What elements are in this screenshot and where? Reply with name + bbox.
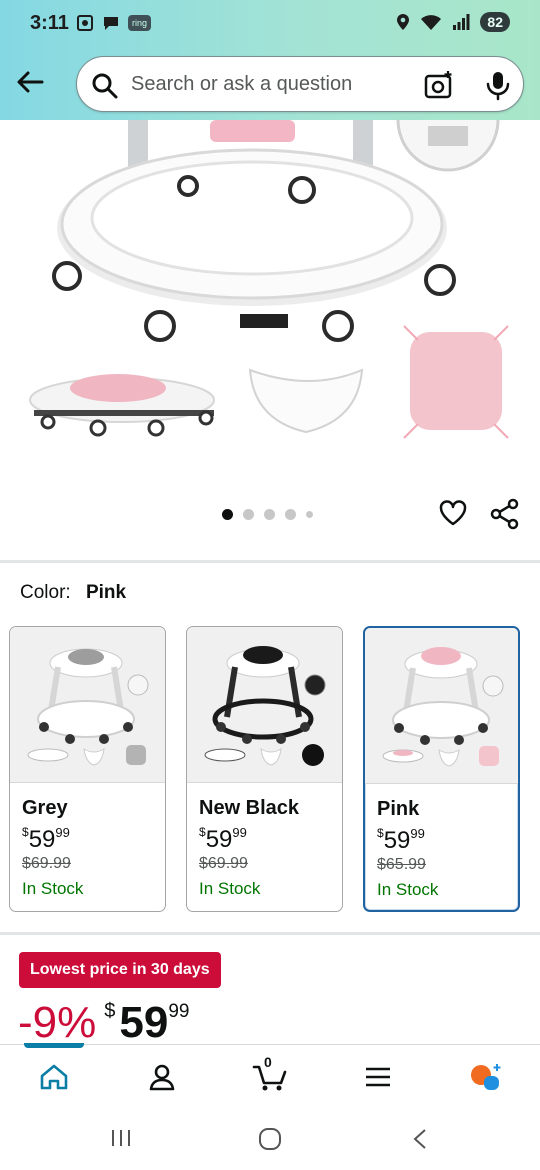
carousel-dot[interactable] xyxy=(306,511,313,518)
location-icon xyxy=(397,14,410,30)
nav-cart[interactable]: 0 xyxy=(250,1054,290,1095)
microphone-icon[interactable] xyxy=(483,69,513,101)
variant-name: New Black xyxy=(199,797,300,819)
chat-icon xyxy=(104,17,118,30)
heart-icon[interactable] xyxy=(438,498,468,528)
divider xyxy=(0,560,540,563)
color-label: Color: xyxy=(20,582,71,603)
variant-thumbnail xyxy=(10,627,165,783)
variant-stock: In Stock xyxy=(22,879,84,898)
price-whole: 59 xyxy=(119,998,169,1047)
variant-thumbnail xyxy=(365,628,518,784)
variant-list-price: $69.99 xyxy=(199,855,248,872)
color-selector-label: Color: Pink xyxy=(20,582,126,604)
signal-icon xyxy=(453,14,470,30)
baby-walker-main-image xyxy=(29,119,509,439)
account-icon xyxy=(149,1064,175,1091)
variant-thumbnail xyxy=(187,627,342,783)
color-option-new-black[interactable]: New Black $5999 $69.99 In Stock xyxy=(186,626,343,912)
wifi-icon xyxy=(421,15,442,30)
divider xyxy=(0,932,540,935)
carousel-dot[interactable] xyxy=(285,509,296,520)
variant-list-price: $65.99 xyxy=(377,856,426,873)
price-symbol: $ xyxy=(104,1000,116,1022)
screen: 3:11 ring 82 Search or ask a question Co… xyxy=(0,0,540,1170)
rufus-icon xyxy=(471,1064,501,1090)
color-options: Grey $5999 $69.99 In Stock New Black $59… xyxy=(9,626,520,912)
color-selected-value: Pink xyxy=(85,582,127,603)
back-button-icon[interactable] xyxy=(412,1128,428,1150)
status-bar: 3:11 ring 82 xyxy=(0,0,540,50)
variant-price: $5999 xyxy=(199,825,247,853)
status-time: 3:11 xyxy=(30,12,69,34)
variant-name: Pink xyxy=(377,798,420,820)
product-image-carousel[interactable] xyxy=(0,119,540,560)
home-icon xyxy=(40,1064,68,1090)
menu-icon xyxy=(366,1067,390,1087)
camera-lens-icon[interactable] xyxy=(423,69,455,101)
price-fraction: 99 xyxy=(168,1001,190,1022)
nav-active-indicator xyxy=(24,1043,84,1048)
nav-home[interactable] xyxy=(34,1059,74,1095)
deal-badge: Lowest price in 30 days xyxy=(19,952,221,988)
variant-stock: In Stock xyxy=(377,880,439,899)
screenshot-icon xyxy=(77,15,93,31)
carousel-dot[interactable] xyxy=(264,509,275,520)
share-icon[interactable] xyxy=(490,498,520,530)
variant-stock: In Stock xyxy=(199,879,261,898)
status-notifications: ring xyxy=(76,14,152,32)
deal-price: -9% $5999 xyxy=(18,998,189,1048)
battery-icon: 82 xyxy=(480,12,510,32)
cart-count: 0 xyxy=(264,1054,272,1070)
color-option-pink[interactable]: Pink $5999 $65.99 In Stock xyxy=(363,626,520,912)
nav-account[interactable] xyxy=(142,1059,182,1095)
carousel-dots xyxy=(222,509,313,520)
nav-rufus[interactable] xyxy=(466,1059,506,1095)
carousel-dot[interactable] xyxy=(222,509,233,520)
ring-icon: ring xyxy=(128,15,152,31)
system-nav-bar xyxy=(0,1106,540,1170)
variant-price: $5999 xyxy=(377,826,425,854)
nav-menu[interactable] xyxy=(358,1059,398,1095)
variant-list-price: $69.99 xyxy=(22,855,71,872)
discount-percent: -9% xyxy=(18,998,97,1047)
color-option-grey[interactable]: Grey $5999 $69.99 In Stock xyxy=(9,626,166,912)
back-arrow-icon[interactable] xyxy=(14,66,46,98)
bottom-nav: 0 xyxy=(0,1043,540,1106)
search-input[interactable]: Search or ask a question xyxy=(131,73,352,96)
status-system-icons: 82 xyxy=(396,12,510,32)
recent-apps-icon[interactable] xyxy=(110,1128,132,1148)
variant-price: $5999 xyxy=(22,825,70,853)
carousel-dot[interactable] xyxy=(243,509,254,520)
search-icon xyxy=(92,73,118,99)
top-header: 3:11 ring 82 Search or ask a question xyxy=(0,0,540,120)
search-bar[interactable]: Search or ask a question xyxy=(76,56,524,112)
variant-name: Grey xyxy=(22,797,68,819)
home-button-icon[interactable] xyxy=(258,1128,282,1150)
